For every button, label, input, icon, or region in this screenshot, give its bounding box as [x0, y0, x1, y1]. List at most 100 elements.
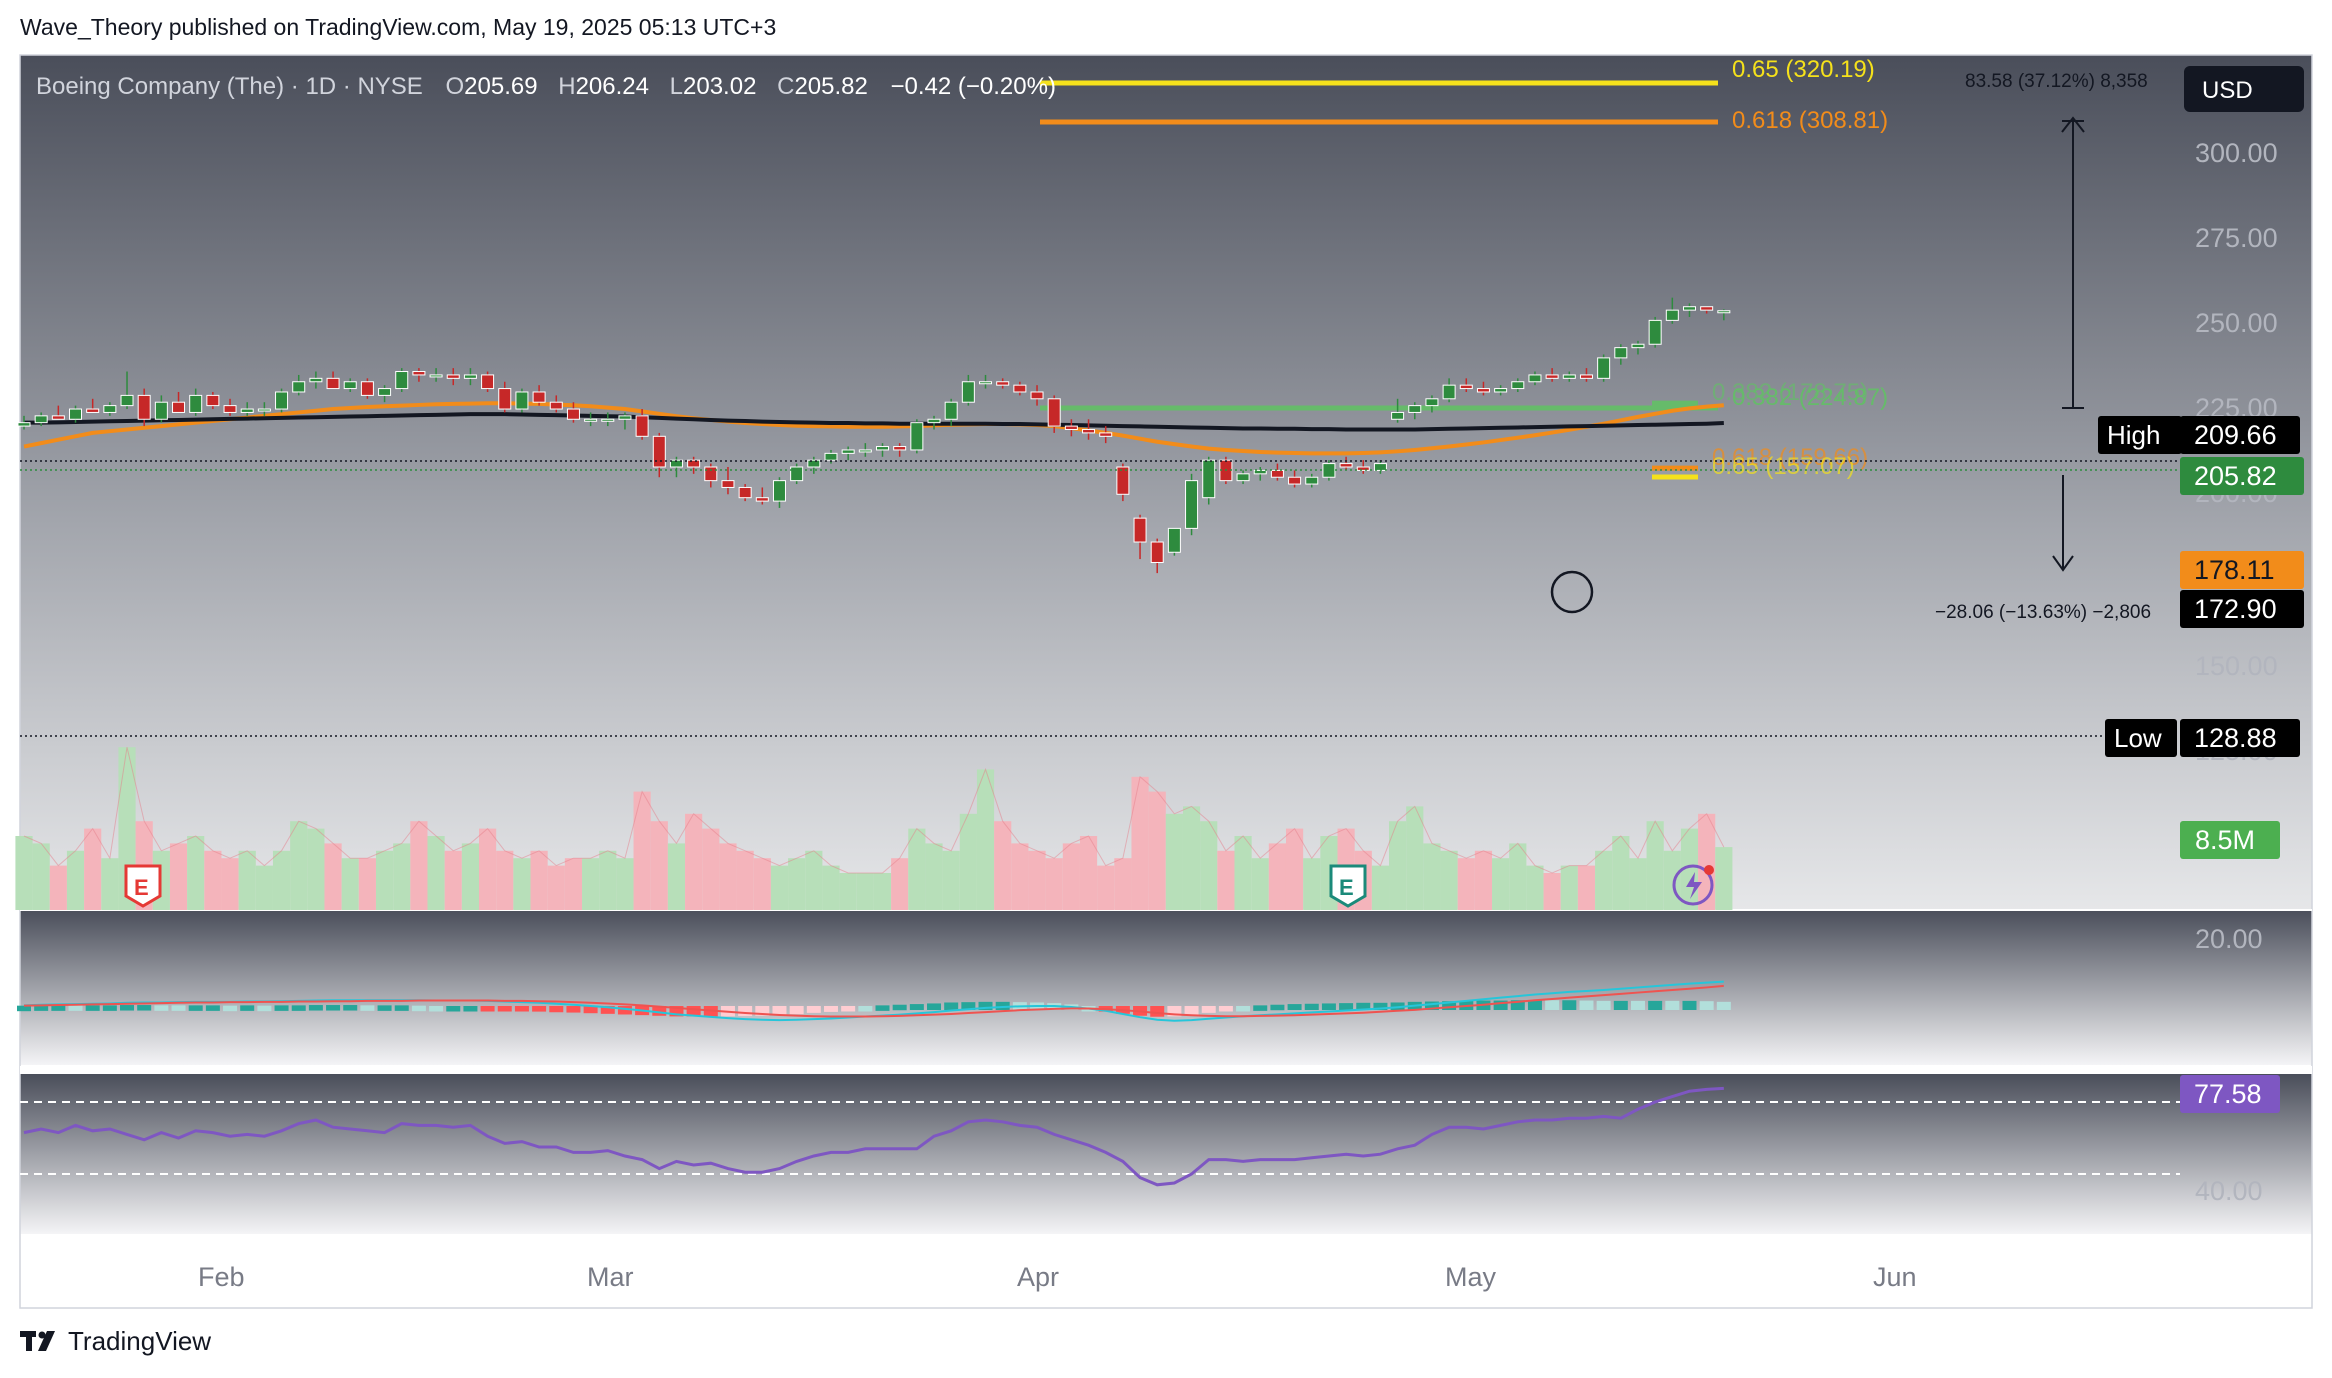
candle-body: [223, 405, 237, 413]
x-tick-label: May: [1445, 1262, 1497, 1292]
ma-orange-badge: 178.11: [2180, 551, 2304, 589]
measure-down-label: −28.06 (−13.63%) −2,806: [1935, 602, 2151, 623]
candle-body: [412, 371, 426, 376]
chart-canvas[interactable]: 0.65 (320.19)0.618 (308.81)0.382 (224.87…: [0, 0, 2332, 1378]
macd-histogram-bar: [789, 1006, 804, 1015]
macd-histogram-bar: [463, 1006, 478, 1012]
candle-body: [395, 371, 409, 390]
candle-body: [635, 415, 649, 437]
volume-bar: [1492, 858, 1510, 910]
candle-body: [1030, 391, 1044, 400]
candle: [395, 368, 409, 392]
candle-body: [1597, 357, 1611, 379]
macd-histogram-bar: [1596, 1000, 1611, 1010]
volume-bar: [702, 828, 720, 910]
volume-bar: [856, 873, 874, 910]
candle-body: [1511, 381, 1525, 390]
candle-body: [1064, 425, 1078, 430]
candle-body: [34, 415, 48, 424]
candle-body: [790, 466, 804, 482]
macd-pane-bg: [20, 910, 2312, 1065]
volume-bar: [375, 850, 394, 910]
x-tick-label: Feb: [198, 1262, 245, 1292]
candle-body: [1682, 306, 1696, 311]
candle-body: [343, 381, 357, 390]
macd-histogram-bar: [1304, 1003, 1319, 1010]
volume-bar: [1389, 821, 1407, 910]
volume-bar: [719, 843, 737, 910]
volume-bar: [1114, 858, 1132, 910]
volume-bar: [891, 858, 909, 910]
volume-bar: [839, 873, 857, 910]
volume-bar: [427, 836, 445, 910]
candle-body: [172, 401, 186, 413]
high-value-badge: 209.66: [2180, 416, 2300, 454]
volume-bar: [1612, 836, 1630, 910]
tradingview-logo[interactable]: TradingView: [20, 1326, 211, 1357]
macd-histogram-bar: [1184, 1006, 1199, 1015]
candle-body: [1700, 306, 1714, 311]
macd-histogram-bar: [360, 1005, 375, 1011]
candle-body: [1253, 469, 1267, 475]
candle-body: [69, 408, 83, 420]
volume-bar: [444, 850, 462, 910]
y-tick-label: 150.00: [2195, 651, 2278, 681]
candle: [910, 419, 924, 454]
volume-bar: [1148, 791, 1166, 910]
candle: [1648, 316, 1662, 348]
y-tick-label: 250.00: [2195, 308, 2278, 338]
volume-bar: [169, 843, 188, 910]
fib-level-label: 0.382 (178.75): [1712, 379, 1868, 406]
earnings-marker-green[interactable]: E: [1329, 864, 1367, 908]
earnings-marker-red[interactable]: E: [124, 864, 162, 908]
candle-body: [206, 394, 220, 407]
macd-histogram-bar: [806, 1006, 821, 1013]
volume-bar: [15, 836, 33, 910]
volume-bar: [599, 850, 617, 910]
candle-body: [1270, 469, 1284, 478]
rsi-value-badge: 77.58: [2180, 1075, 2280, 1113]
candle-body: [807, 459, 821, 468]
macd-histogram-bar: [1579, 1000, 1594, 1010]
volume-bar: [1165, 813, 1183, 910]
volume-bar: [307, 828, 325, 910]
volume-bar: [1509, 843, 1527, 910]
macd-histogram-bar: [291, 1005, 306, 1011]
candle-body: [1356, 466, 1370, 471]
candle-body: [858, 449, 872, 453]
candle-body: [515, 391, 529, 410]
macd-histogram-bar: [102, 1005, 117, 1011]
volume-bar: [1182, 806, 1201, 910]
candle-body: [120, 394, 134, 407]
candle-body: [1442, 384, 1456, 400]
volume-bar: [204, 850, 222, 910]
svg-text:205.82: 205.82: [2194, 461, 2277, 491]
time-axis-bg: [20, 1234, 2312, 1308]
volume-bar: [547, 865, 565, 910]
volume-bar: [770, 865, 789, 910]
candle: [790, 463, 804, 485]
open-value: 205.69: [464, 73, 537, 100]
macd-histogram-bar: [377, 1005, 392, 1011]
volume-bar: [1457, 858, 1475, 910]
candle-body: [446, 374, 460, 379]
currency-button[interactable]: USD: [2184, 66, 2304, 112]
candle-body: [841, 449, 855, 454]
macd-histogram-bar: [240, 1005, 255, 1011]
macd-histogram-bar: [1699, 1001, 1714, 1010]
x-tick-label: Apr: [1017, 1262, 1059, 1292]
candle-body: [1494, 388, 1508, 393]
volume-bar: [582, 858, 600, 910]
candle-body: [154, 401, 168, 420]
macd-histogram-bar: [892, 1004, 907, 1011]
tradingview-wordmark: TradingView: [68, 1326, 212, 1356]
candle-body: [1185, 480, 1199, 529]
volume-bar: [530, 850, 548, 910]
candle-body: [481, 374, 495, 390]
macd-histogram-bar: [1562, 1000, 1577, 1010]
macd-histogram-bar: [120, 1005, 135, 1011]
low-label-badge: Low: [2105, 719, 2177, 757]
candle-body: [1391, 411, 1405, 420]
candle: [1167, 527, 1181, 556]
measure-up-label: 83.58 (37.12%) 8,358: [1965, 71, 2148, 92]
